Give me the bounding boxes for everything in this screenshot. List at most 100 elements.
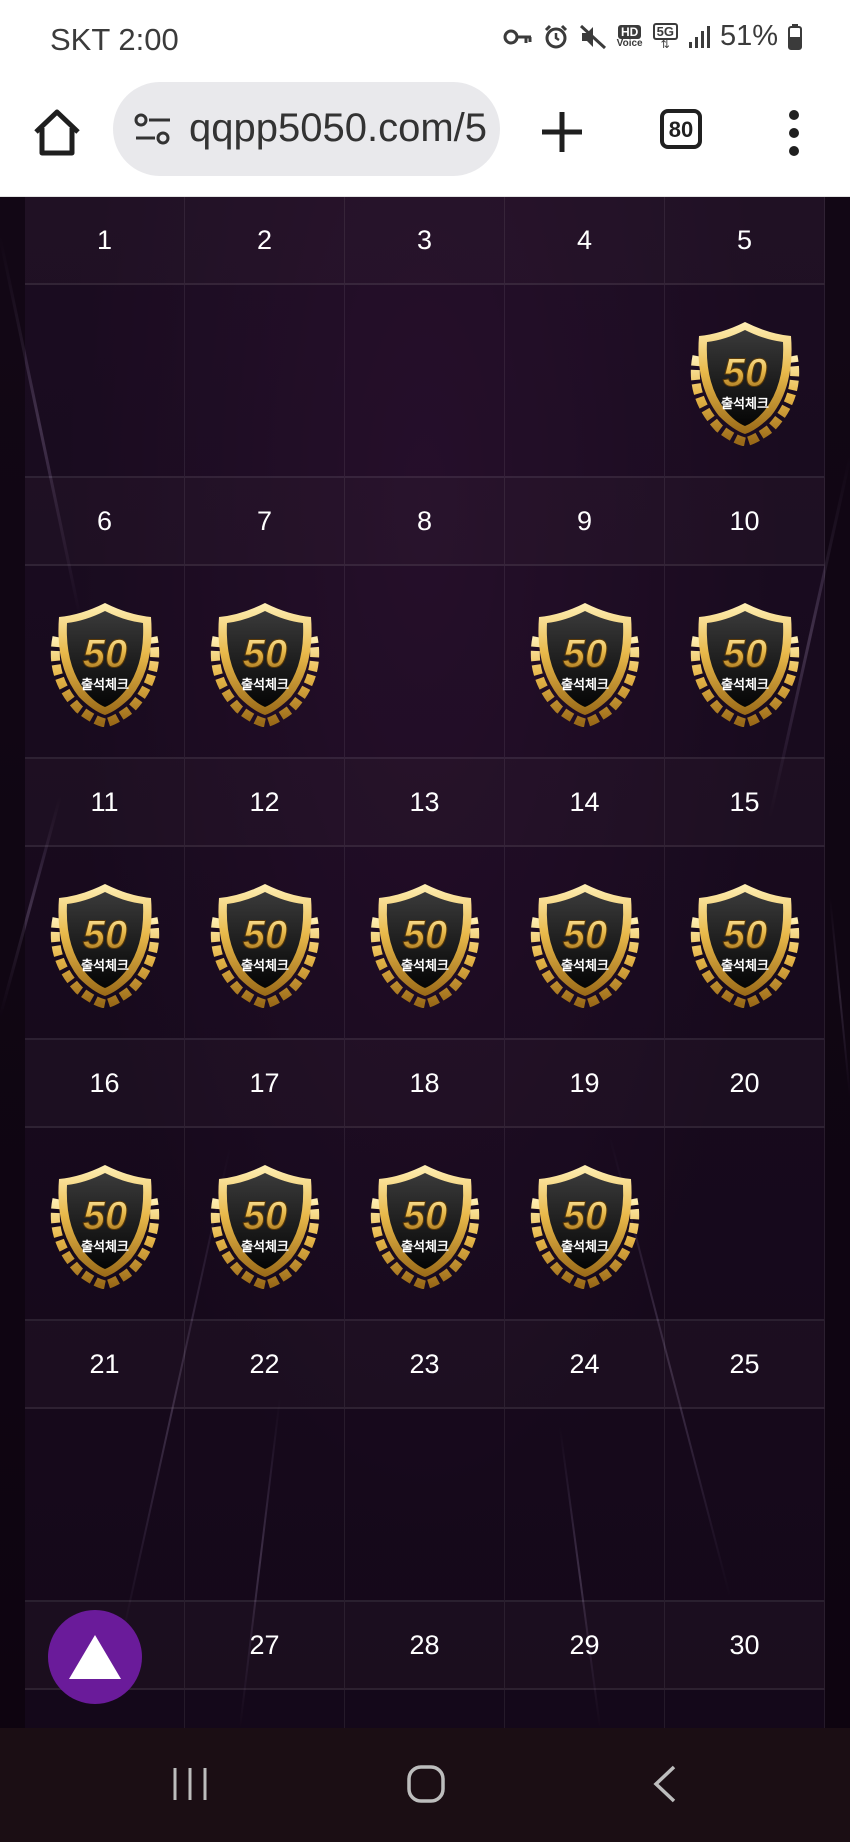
badge-number: 50 [82, 1194, 127, 1238]
key-icon [503, 29, 532, 44]
carrier-name: SKT [50, 22, 110, 57]
plus-icon[interactable] [538, 108, 586, 156]
day-number: 15 [665, 759, 825, 847]
day-number: 13 [345, 759, 505, 847]
day-number: 14 [505, 759, 665, 847]
attendance-badge-icon: 50출석체크 [530, 1164, 639, 1289]
day-cell [665, 1690, 825, 1728]
mute-icon [579, 24, 606, 49]
badge-number: 50 [242, 1194, 287, 1238]
day-cell [185, 1409, 345, 1602]
day-cell [345, 285, 505, 478]
attendance-badge-icon: 50출석체크 [50, 883, 159, 1008]
carrier-clock: SKT 2:00 [50, 22, 179, 58]
day-cell: 50 출석체크 [665, 285, 825, 478]
badge-number: 50 [82, 632, 127, 676]
day-number: 8 [345, 478, 505, 566]
badge-label: 출석체크 [241, 1239, 289, 1255]
day-number: 18 [345, 1040, 505, 1128]
badge-number: 50 [402, 913, 447, 957]
hd-voice-bottom: Voice [616, 37, 643, 49]
day-number: 7 [185, 478, 345, 566]
back-icon[interactable] [650, 1764, 680, 1804]
attendance-badge-icon: 50출석체크 [530, 602, 639, 727]
badge-number: 50 [562, 632, 607, 676]
day-cell [185, 285, 345, 478]
day-cell [345, 566, 505, 759]
badge-label: 출석체크 [721, 677, 769, 693]
badge-label: 출석체크 [561, 958, 609, 974]
day-cell [665, 1128, 825, 1321]
badge-label: 출석체크 [241, 677, 289, 693]
day-cell: 50 출석체크 [505, 1128, 665, 1321]
web-content[interactable]: 1 2 3 4 5 50 출석체크 6 7 8 9 10 50 출석체크 50 출석체크 50 출석체크 50 출석체… [0, 197, 850, 1728]
home-icon[interactable] [30, 106, 84, 160]
system-nav-bar [0, 1728, 850, 1842]
day-cell: 50 출석체크 [185, 847, 345, 1040]
day-number: 25 [665, 1321, 825, 1409]
day-cell [345, 1409, 505, 1602]
day-number: 9 [505, 478, 665, 566]
recents-icon[interactable] [170, 1764, 210, 1804]
day-cell: 50 출석체크 [345, 1128, 505, 1321]
status-icons: HD Voice 5G ⇅ 51% [503, 20, 802, 53]
tabs-icon[interactable]: 80 [660, 109, 702, 149]
day-number: 17 [185, 1040, 345, 1128]
site-settings-icon[interactable] [133, 111, 173, 147]
5g-icon: 5G ⇅ [652, 22, 678, 51]
day-number: 5 [665, 197, 825, 285]
attendance-badge-icon: 50출석체크 [210, 602, 319, 727]
day-cell: 50 출석체크 [345, 847, 505, 1040]
badge-label: 출석체크 [721, 396, 769, 412]
day-cell [25, 285, 185, 478]
day-number: 1 [25, 197, 185, 285]
day-number: 20 [665, 1040, 825, 1128]
day-cell [505, 285, 665, 478]
day-cell: 50 출석체크 [505, 847, 665, 1040]
home-circle-icon[interactable] [406, 1764, 446, 1804]
attendance-badge-icon: 50출석체크 [50, 1164, 159, 1289]
badge-number: 50 [722, 351, 767, 395]
day-cell [185, 1690, 345, 1728]
day-cell [25, 1409, 185, 1602]
scroll-top-button[interactable] [48, 1610, 142, 1704]
signal-icon [688, 25, 710, 48]
attendance-badge-icon: 50출석체크 [690, 602, 799, 727]
badge-label: 출석체크 [81, 958, 129, 974]
day-number: 22 [185, 1321, 345, 1409]
day-number: 11 [25, 759, 185, 847]
day-cell: 50 출석체크 [25, 1128, 185, 1321]
day-number: 10 [665, 478, 825, 566]
day-cell [505, 1409, 665, 1602]
attendance-badge-icon: 50출석체크 [50, 602, 159, 727]
badge-label: 출석체크 [81, 677, 129, 693]
badge-label: 출석체크 [81, 1239, 129, 1255]
badge-label: 출석체크 [561, 677, 609, 693]
day-number: 30 [665, 1602, 825, 1690]
attendance-badge-icon: 50출석체크 [370, 883, 479, 1008]
day-cell: 50 출석체크 [185, 1128, 345, 1321]
badge-number: 50 [402, 1194, 447, 1238]
day-number: 28 [345, 1602, 505, 1690]
attendance-badge-icon: 50출석체크 [530, 883, 639, 1008]
triangle-up-icon [69, 1635, 121, 1679]
day-cell: 50 출석체크 [25, 566, 185, 759]
badge-label: 출석체크 [721, 958, 769, 974]
badge-number: 50 [242, 913, 287, 957]
badge-number: 50 [562, 913, 607, 957]
address-bar[interactable]: qqpp5050.com/5 [113, 82, 500, 176]
badge-label: 출석체크 [241, 958, 289, 974]
day-number: 12 [185, 759, 345, 847]
day-cell: 50 출석체크 [185, 566, 345, 759]
attendance-badge-icon: 50출석체크 [210, 1164, 319, 1289]
day-number: 3 [345, 197, 505, 285]
url-text[interactable]: qqpp5050.com/5 [189, 106, 489, 151]
alarm-icon [544, 24, 567, 48]
status-bar: SKT 2:00 HD Voice 5G ⇅ 51% [0, 0, 850, 78]
day-number: 24 [505, 1321, 665, 1409]
more-vert-icon[interactable] [780, 108, 808, 158]
badge-number: 50 [722, 913, 767, 957]
badge-number: 50 [562, 1194, 607, 1238]
badge-number: 50 [722, 632, 767, 676]
day-number: 16 [25, 1040, 185, 1128]
